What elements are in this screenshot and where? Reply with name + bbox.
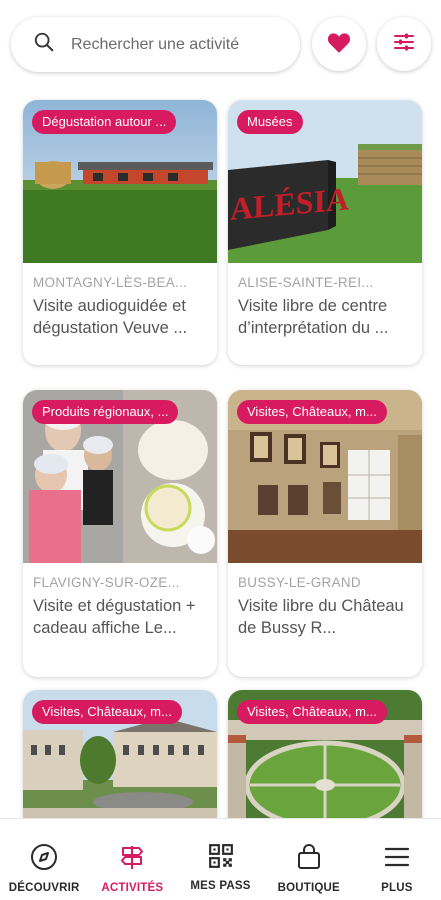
activity-image: Dégustation autour ... — [23, 100, 217, 263]
signpost-icon — [118, 843, 146, 876]
category-badge: Dégustation autour ... — [32, 110, 177, 134]
category-badge: Musées — [237, 110, 303, 134]
shopping-bag-icon — [295, 843, 323, 876]
activity-image: Visites, Châteaux, m... — [23, 690, 217, 818]
bottom-navigation: DÉCOUVRIR ACTIVITÉS MES PASS BOUTIQUE PL… — [0, 818, 441, 900]
activity-location: MONTAGNY-LÈS-BEA... — [33, 275, 188, 290]
filter-button[interactable] — [377, 17, 431, 71]
sliders-icon — [392, 30, 416, 59]
compass-icon — [30, 843, 58, 876]
category-badge: Produits régionaux, ... — [32, 400, 179, 424]
search-bar[interactable] — [11, 17, 300, 72]
activity-card[interactable]: ALÉSIA Musées ALISE-SAINTE-REI... Visite… — [228, 100, 422, 365]
nav-plus[interactable]: PLUS — [353, 819, 441, 900]
nav-mes-pass[interactable]: MES PASS — [176, 819, 264, 900]
activity-card[interactable]: Produits régionaux, ... FLAVIGNY-SUR-OZE… — [23, 390, 217, 677]
top-bar — [0, 0, 441, 88]
heart-icon — [326, 30, 352, 59]
activity-image: Produits régionaux, ... — [23, 390, 217, 563]
activity-card[interactable]: Visites, Châteaux, m... — [23, 690, 217, 818]
activity-title: Visite libre du Château de Bussy R... — [238, 597, 404, 637]
activity-image: Visites, Châteaux, m... — [228, 390, 422, 563]
qr-code-icon — [208, 843, 234, 874]
search-icon — [33, 31, 55, 58]
nav-activites[interactable]: ACTIVITÉS — [88, 819, 176, 900]
nav-label: MES PASS — [190, 880, 251, 892]
favorites-button[interactable] — [312, 17, 366, 71]
activity-location: BUSSY-LE-GRAND — [238, 575, 361, 590]
activity-title: Visite libre de centre d’interprétation … — [238, 297, 389, 337]
activity-title: Visite et dégustation + cadeau affiche L… — [33, 597, 196, 637]
activity-image: ALÉSIA Musées — [228, 100, 422, 263]
activity-grid: Dégustation autour ... MONTAGNY-LÈS-BEA.… — [0, 88, 441, 818]
nav-label: ACTIVITÉS — [101, 882, 164, 894]
category-badge: Visites, Châteaux, m... — [237, 700, 387, 724]
nav-label: DÉCOUVRIR — [8, 882, 80, 894]
nav-label: PLUS — [381, 882, 413, 894]
activity-title: Visite audioguidée et dégustation Veuve … — [33, 297, 188, 337]
nav-decouvrir[interactable]: DÉCOUVRIR — [0, 819, 88, 900]
activity-card[interactable]: Visites, Châteaux, m... — [228, 690, 422, 818]
activity-location: ALISE-SAINTE-REI... — [238, 275, 374, 290]
nav-boutique[interactable]: BOUTIQUE — [265, 819, 353, 900]
category-badge: Visites, Châteaux, m... — [237, 400, 387, 424]
nav-label: BOUTIQUE — [277, 882, 340, 894]
menu-icon — [383, 843, 411, 876]
activity-location: FLAVIGNY-SUR-OZE... — [33, 575, 180, 590]
activity-image: Visites, Châteaux, m... — [228, 690, 422, 818]
activity-card[interactable]: Visites, Châteaux, m... BUSSY-LE-GRAND V… — [228, 390, 422, 677]
search-input[interactable] — [71, 35, 271, 54]
category-badge: Visites, Châteaux, m... — [32, 700, 182, 724]
activity-card[interactable]: Dégustation autour ... MONTAGNY-LÈS-BEA.… — [23, 100, 217, 365]
